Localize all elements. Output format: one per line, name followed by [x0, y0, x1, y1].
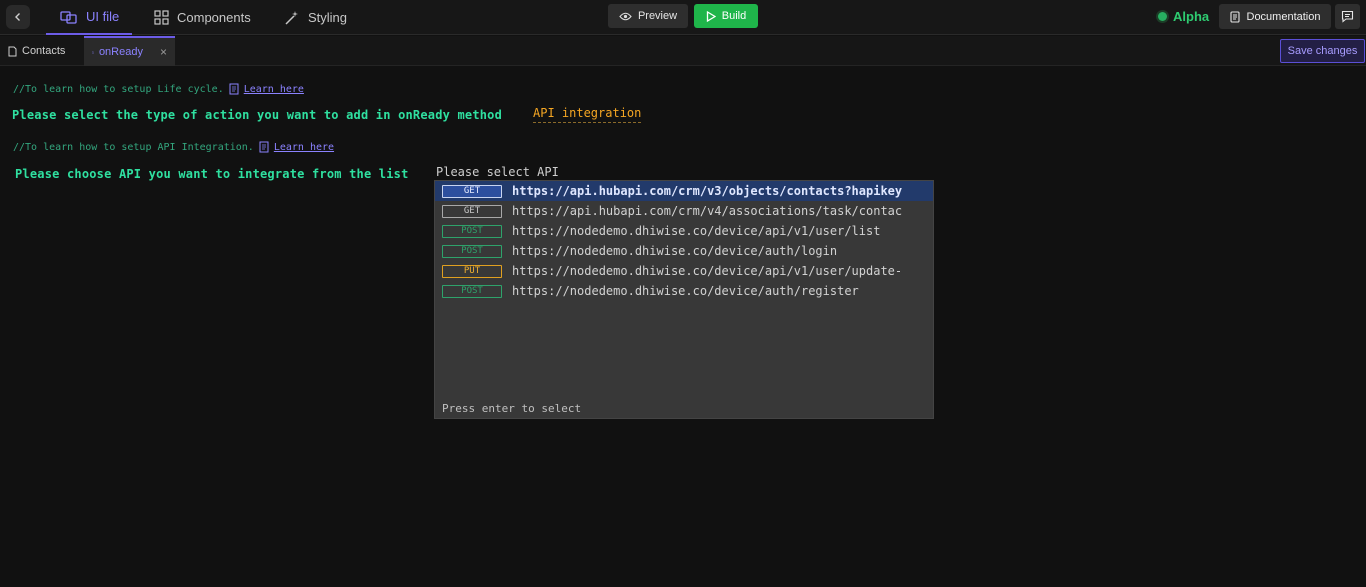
nav-tab-label: Styling [308, 10, 348, 25]
api-option[interactable]: POST https://nodedemo.dhiwise.co/device/… [435, 281, 933, 301]
chat-icon [1341, 10, 1354, 23]
api-url: https://nodedemo.dhiwise.co/device/auth/… [512, 244, 838, 258]
preview-label: Preview [637, 10, 678, 22]
api-dropdown: GET https://api.hubapi.com/crm/v3/object… [434, 180, 934, 419]
method-badge: GET [442, 204, 502, 218]
nav-tab-label: Components [177, 10, 251, 25]
nav-tab-label: UI file [86, 9, 120, 24]
api-url: https://api.hubapi.com/crm/v4/associatio… [512, 204, 903, 218]
lifecycle-comment: //To learn how to setup Life cycle. Lear… [13, 83, 304, 95]
top-bar: UI file Components Styling Preview Build… [0, 0, 1366, 35]
api-option[interactable]: POST https://nodedemo.dhiwise.co/device/… [435, 241, 933, 261]
environment-label: Alpha [1173, 9, 1210, 24]
method-badge: POST [442, 284, 502, 298]
close-icon[interactable]: × [160, 45, 167, 59]
learn-here-link[interactable]: Learn here [244, 84, 304, 95]
magic-wand-icon [285, 10, 298, 25]
components-grid-icon [154, 10, 169, 25]
file-icon [8, 46, 17, 56]
document-icon [1229, 10, 1240, 23]
back-button[interactable] [6, 5, 30, 29]
preview-button[interactable]: Preview [608, 4, 688, 28]
dropdown-hint: Press enter to select [442, 402, 582, 415]
action-prompt: Please select the type of action you wan… [12, 108, 503, 122]
nav-tab-styling[interactable]: Styling [284, 0, 347, 35]
method-badge: POST [442, 244, 502, 258]
status-dot [1158, 12, 1167, 21]
tab-label: Contacts [22, 45, 66, 57]
learn-here-link[interactable]: Learn here [274, 142, 334, 153]
comment-text: //To learn how to setup API Integration. [13, 141, 254, 153]
build-label: Build [721, 10, 747, 22]
api-prompt: Please choose API you want to integrate … [15, 167, 409, 181]
chat-button[interactable] [1335, 4, 1360, 29]
api-comment: //To learn how to setup API Integration.… [13, 141, 334, 153]
documentation-button[interactable]: Documentation [1219, 4, 1331, 29]
api-option[interactable]: PUT https://nodedemo.dhiwise.co/device/a… [435, 261, 933, 281]
environment-indicator: Alpha [1158, 0, 1209, 33]
document-icon [229, 83, 239, 95]
chevron-left-icon [15, 13, 20, 21]
tab-onready[interactable]: onReady × [84, 36, 175, 66]
build-button[interactable]: Build [694, 4, 758, 28]
method-badge: PUT [442, 264, 502, 278]
tab-contacts[interactable]: Contacts [0, 36, 73, 66]
save-changes-button[interactable]: Save changes [1280, 39, 1365, 63]
tab-label: onReady [98, 46, 143, 58]
eye-icon [619, 12, 632, 20]
play-icon [706, 10, 716, 22]
comment-text: //To learn how to setup Life cycle. [13, 83, 224, 95]
api-select-input[interactable]: Please select API [436, 165, 559, 179]
file-icon [92, 50, 94, 54]
file-tab-bar: Contacts onReady × Save changes [0, 36, 1366, 66]
action-type-select[interactable]: API integration [533, 106, 642, 123]
api-url: https://nodedemo.dhiwise.co/device/api/v… [512, 224, 881, 238]
api-url: https://nodedemo.dhiwise.co/device/auth/… [512, 284, 859, 298]
api-option[interactable]: GET https://api.hubapi.com/crm/v3/object… [435, 181, 933, 201]
method-badge: POST [442, 224, 502, 238]
document-icon [259, 141, 269, 153]
ui-file-icon [60, 10, 77, 24]
api-option[interactable]: GET https://api.hubapi.com/crm/v4/associ… [435, 201, 933, 221]
method-badge: GET [442, 184, 502, 198]
nav-tab-components[interactable]: Components [154, 0, 251, 35]
api-url: https://nodedemo.dhiwise.co/device/api/v… [512, 264, 903, 278]
api-option[interactable]: POST https://nodedemo.dhiwise.co/device/… [435, 221, 933, 241]
api-url: https://api.hubapi.com/crm/v3/objects/co… [512, 184, 903, 198]
documentation-label: Documentation [1246, 10, 1321, 23]
nav-tab-ui-file[interactable]: UI file [46, 0, 132, 35]
